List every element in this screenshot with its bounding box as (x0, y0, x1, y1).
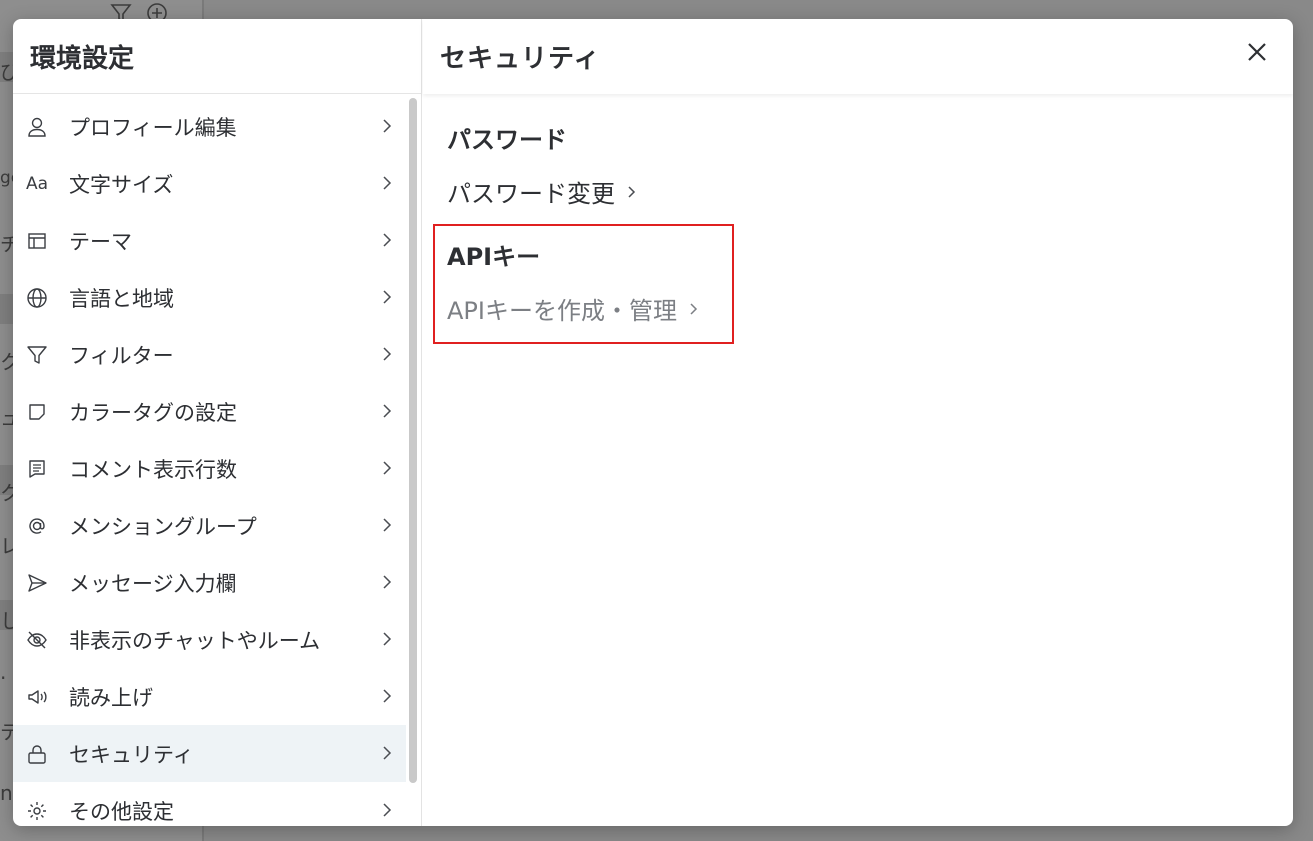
menu-item-label: テーマ (69, 229, 132, 254)
settings-detail: セキュリティ パスワード パスワード変更 APIキー APIキーを作成・管理 (423, 19, 1293, 826)
chevron-right-icon (383, 404, 392, 418)
filter-icon (25, 343, 49, 367)
chevron-right-icon (383, 347, 392, 361)
background-band (0, 294, 14, 324)
menu-item-other-settings[interactable]: その他設定 (13, 782, 406, 826)
menu-item-read-aloud[interactable]: 読み上げ (13, 668, 406, 725)
chevron-right-icon (383, 518, 392, 532)
settings-nav-header: 環境設定 (13, 19, 421, 94)
menu-item-hidden-chats[interactable]: 非表示のチャットやルーム (13, 611, 406, 668)
password-heading: パスワード (447, 126, 567, 154)
user-icon (25, 115, 49, 139)
chevron-right-icon (383, 176, 392, 190)
chevron-right-icon (383, 233, 392, 247)
menu-item-label: 非表示のチャットやルーム (69, 628, 321, 653)
manage-api-keys-label: APIキーを作成・管理 (447, 297, 677, 325)
section-page-title: セキュリティ (440, 44, 601, 74)
menu-item-label: プロフィール編集 (69, 115, 237, 140)
at-sign-icon (25, 514, 49, 538)
send-icon (25, 571, 49, 595)
menu-item-color-tag[interactable]: カラータグの設定 (13, 383, 406, 440)
chevron-right-icon (383, 575, 392, 589)
dialog-title: 環境設定 (30, 43, 135, 74)
change-password-link[interactable]: パスワード変更 (447, 174, 637, 209)
close-icon[interactable] (1243, 38, 1271, 66)
menu-item-profile[interactable]: プロフィール編集 (13, 98, 406, 155)
chevron-right-icon (628, 185, 636, 198)
menu-item-font-size[interactable]: Aa 文字サイズ (13, 155, 406, 212)
chevron-right-icon (383, 746, 392, 760)
gear-icon (25, 799, 49, 823)
menu-item-label: コメント表示行数 (69, 457, 237, 482)
eye-off-icon (25, 628, 49, 652)
chevron-right-icon (383, 803, 392, 817)
menu-item-label: その他設定 (69, 799, 174, 824)
menu-item-label: メッセージ入力欄 (69, 571, 237, 596)
chevron-right-icon (383, 689, 392, 703)
menu-item-mention-group[interactable]: メンショングループ (13, 497, 406, 554)
menu-item-filter[interactable]: フィルター (13, 326, 406, 383)
menu-item-label: メンショングループ (69, 514, 257, 539)
menu-item-security[interactable]: セキュリティ (13, 725, 406, 782)
settings-detail-header: セキュリティ (423, 19, 1293, 94)
lock-icon (25, 742, 49, 766)
menu-scrollbar[interactable] (409, 98, 417, 783)
preferences-dialog: 環境設定 プロフィール編集 Aa 文字サイズ テーマ 言語と地域 フィルター カ… (13, 19, 1293, 826)
menu-item-comment-lines[interactable]: コメント表示行数 (13, 440, 406, 497)
comment-icon (25, 457, 49, 481)
chevron-right-icon (690, 302, 698, 315)
settings-nav: 環境設定 プロフィール編集 Aa 文字サイズ テーマ 言語と地域 フィルター カ… (13, 19, 422, 826)
chevron-right-icon (383, 632, 392, 646)
background-text: . (0, 660, 7, 684)
font-size-icon: Aa (25, 173, 49, 194)
change-password-label: パスワード変更 (447, 180, 615, 208)
theme-layout-icon (25, 229, 49, 253)
menu-item-label: 言語と地域 (69, 286, 174, 311)
menu-item-label: フィルター (69, 343, 174, 368)
chevron-right-icon (383, 290, 392, 304)
chevron-right-icon (383, 119, 392, 133)
chevron-right-icon (383, 461, 392, 475)
menu-item-label: 文字サイズ (69, 172, 174, 197)
manage-api-keys-link[interactable]: APIキーを作成・管理 (447, 291, 699, 326)
globe-icon (25, 286, 49, 310)
menu-item-message-input[interactable]: メッセージ入力欄 (13, 554, 406, 611)
settings-menu: プロフィール編集 Aa 文字サイズ テーマ 言語と地域 フィルター カラータグの… (13, 98, 406, 826)
api-key-heading: APIキー (447, 243, 541, 271)
menu-item-label: セキュリティ (69, 742, 194, 767)
menu-item-language-region[interactable]: 言語と地域 (13, 269, 406, 326)
menu-item-label: 読み上げ (69, 685, 153, 710)
tag-icon (25, 400, 49, 424)
menu-item-label: カラータグの設定 (69, 400, 237, 425)
megaphone-icon (25, 685, 49, 709)
menu-item-theme[interactable]: テーマ (13, 212, 406, 269)
